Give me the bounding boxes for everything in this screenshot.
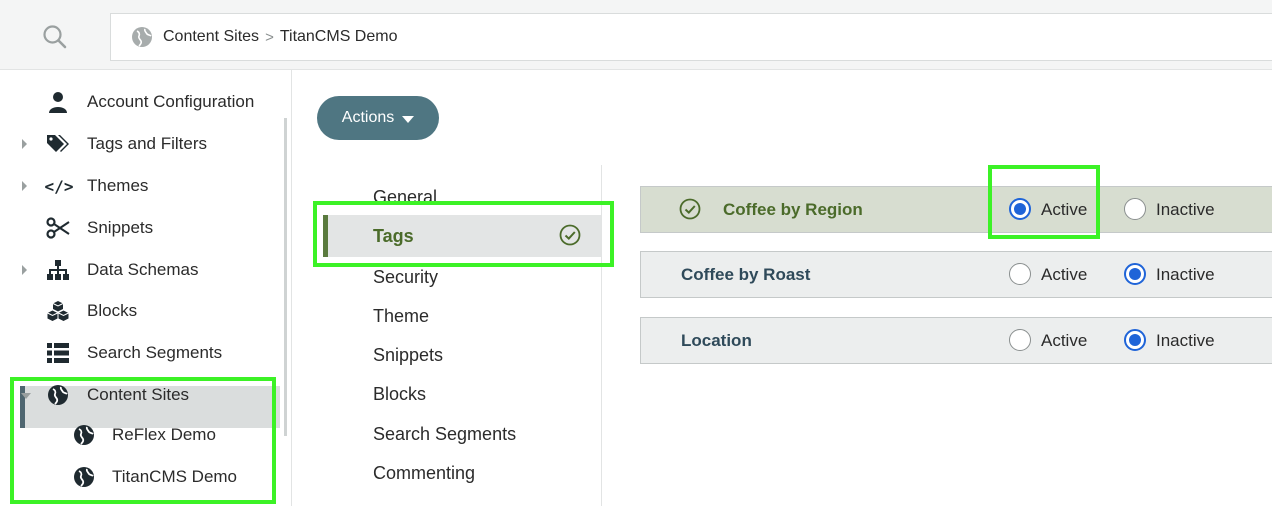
radio-active[interactable] xyxy=(1009,263,1031,285)
radio-inactive-label[interactable]: Inactive xyxy=(1156,252,1215,297)
sidebar-item-label: Themes xyxy=(87,176,149,195)
check-circle-icon xyxy=(559,224,581,251)
sidebar-item-account-configuration[interactable]: Account Configuration xyxy=(0,83,280,121)
radio-active-label[interactable]: Active xyxy=(1041,187,1087,232)
sidebar-item-themes[interactable]: </> Themes xyxy=(0,167,280,205)
chevron-right-icon[interactable] xyxy=(22,139,27,149)
sidebar-item-label: Data Schemas xyxy=(87,260,199,279)
sidebar-item-label: Account Configuration xyxy=(87,92,255,111)
tag-row-location: Location Active Inactive xyxy=(640,317,1272,364)
sidebar-item-search-segments[interactable]: Search Segments xyxy=(0,334,280,372)
radio-active-label[interactable]: Active xyxy=(1041,318,1087,363)
subnav-selected-indicator xyxy=(323,215,328,257)
radio-inactive-label[interactable]: Inactive xyxy=(1156,187,1215,232)
subnav-item-general[interactable]: General xyxy=(373,182,437,212)
sidebar-item-label: TitanCMS Demo xyxy=(112,467,238,486)
tag-name: Location xyxy=(681,330,752,350)
breadcrumb-item-current: TitanCMS Demo xyxy=(279,28,398,45)
list-icon xyxy=(46,341,70,365)
sidebar-item-blocks[interactable]: Blocks xyxy=(0,292,280,330)
radio-active-label[interactable]: Active xyxy=(1041,252,1087,297)
sidebar-item-label: Blocks xyxy=(87,301,138,320)
actions-button[interactable]: Actions xyxy=(317,96,439,140)
subnav-divider xyxy=(601,165,602,506)
sidebar-item-titancms-demo[interactable] xyxy=(0,388,280,426)
radio-active[interactable] xyxy=(1009,329,1031,351)
tag-name: Coffee by Roast xyxy=(681,264,811,284)
user-icon xyxy=(46,90,70,114)
sidebar-item-label: Search Segments xyxy=(87,343,223,362)
radio-inactive-label[interactable]: Inactive xyxy=(1156,318,1215,363)
sidebar-item-tags-and-filters[interactable]: Tags and Filters xyxy=(0,125,280,163)
sidebar-item-label: ReFlex Demo xyxy=(112,425,216,444)
breadcrumb: Content Sites > TitanCMS Demo xyxy=(110,13,1272,61)
actions-button-label: Actions xyxy=(341,109,395,126)
breadcrumb-item-content-sites[interactable]: Content Sites xyxy=(163,28,259,46)
globe-icon xyxy=(72,465,96,489)
check-circle-icon xyxy=(679,198,701,225)
subnav-item-security[interactable]: Security xyxy=(373,262,438,292)
subnav-item-theme[interactable]: Theme xyxy=(373,301,429,331)
sidebar-scrollbar[interactable] xyxy=(284,118,287,436)
tag-row-coffee-by-roast: Coffee by Roast Active Inactive xyxy=(640,251,1272,298)
cubes-icon xyxy=(46,299,70,323)
subnav-item-commenting[interactable]: Commenting xyxy=(373,458,475,488)
sidebar-item-label: Tags and Filters xyxy=(87,134,207,153)
sidebar-item-snippets[interactable]: Snippets xyxy=(0,209,280,247)
sitemap-icon xyxy=(46,258,70,282)
globe-icon xyxy=(132,27,152,47)
sidebar-item-titancms-demo-row[interactable]: TitanCMS Demo xyxy=(0,458,280,496)
chevron-right-icon[interactable] xyxy=(22,265,27,275)
globe-icon xyxy=(72,423,96,447)
radio-active[interactable] xyxy=(1009,198,1031,220)
radio-inactive[interactable] xyxy=(1124,329,1146,351)
breadcrumb-separator: > xyxy=(265,28,274,46)
sidebar-item-data-schemas[interactable]: Data Schemas xyxy=(0,251,280,289)
radio-inactive[interactable] xyxy=(1124,263,1146,285)
caret-down-icon xyxy=(402,115,415,123)
tag-name: Coffee by Region xyxy=(723,199,863,219)
tag-row-coffee-by-region: Coffee by Region Active Inactive xyxy=(640,186,1272,233)
search-icon xyxy=(43,25,67,49)
subnav-item-tags[interactable]: Tags xyxy=(373,221,414,251)
top-bar: Content Sites > TitanCMS Demo xyxy=(0,0,1272,70)
scissors-icon xyxy=(46,216,70,240)
sidebar-item-label: Snippets xyxy=(87,218,154,237)
subnav-item-blocks[interactable]: Blocks xyxy=(373,379,426,409)
chevron-right-icon[interactable] xyxy=(22,181,27,191)
code-icon: </> xyxy=(44,176,74,196)
radio-inactive[interactable] xyxy=(1124,198,1146,220)
subnav-item-search-segments[interactable]: Search Segments xyxy=(373,419,516,449)
search-button[interactable] xyxy=(0,13,110,61)
tags-icon xyxy=(46,132,70,156)
subnav-item-snippets[interactable]: Snippets xyxy=(373,340,443,370)
